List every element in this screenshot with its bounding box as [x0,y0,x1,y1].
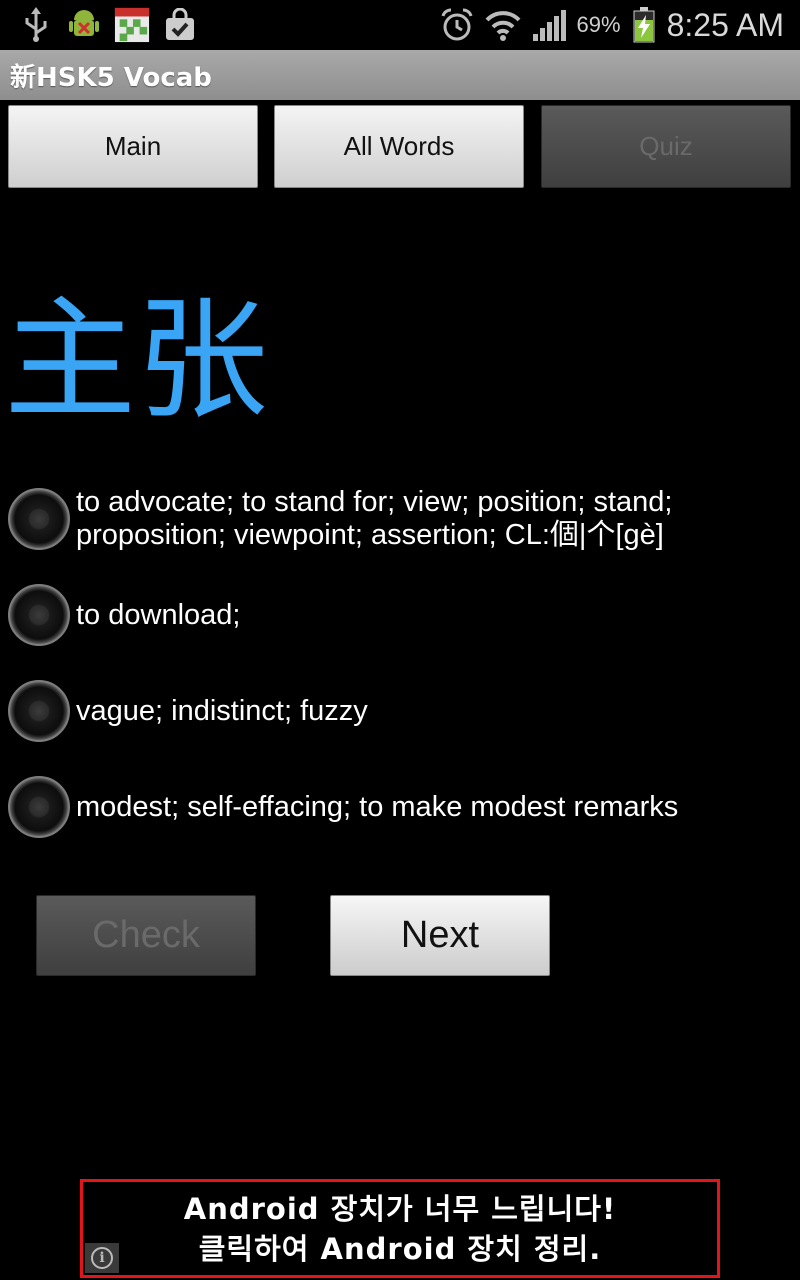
answer-option-4[interactable]: modest; self-effacing; to make modest re… [8,776,788,838]
ad-subline[interactable]: 클릭하여 Android 장치 정리. [199,1229,602,1269]
shopping-bag-icon [162,7,198,43]
radio-button[interactable] [8,680,70,742]
main-button[interactable]: Main [8,105,258,188]
status-bar: 69% 8:25 AM [0,0,800,50]
radio-button[interactable] [8,776,70,838]
notification-icons [0,7,198,43]
quiz-word: 主张 [4,284,268,438]
info-icon[interactable]: i [85,1243,119,1273]
android-debug-icon [66,7,102,43]
answer-option-1[interactable]: to advocate; to stand for; view; positio… [8,486,788,552]
answer-option-label[interactable]: to advocate; to stand for; view; positio… [76,486,788,552]
app-title: 新HSK5 Vocab [10,62,212,93]
battery-percent: 69% [576,12,621,37]
all-words-button[interactable]: All Words [274,105,524,188]
answer-option-3[interactable]: vague; indistinct; fuzzy [8,680,788,742]
radio-button[interactable] [8,488,70,550]
next-button[interactable]: Next [330,895,550,976]
radio-button[interactable] [8,584,70,646]
battery-charging-icon [631,7,657,43]
ad-headline[interactable]: Android 장치가 너무 느립니다! [184,1189,616,1229]
action-bar: 新HSK5 Vocab [0,50,800,100]
answer-option-label[interactable]: vague; indistinct; fuzzy [76,695,368,728]
calendar-icon [114,7,150,43]
answer-option-label[interactable]: modest; self-effacing; to make modest re… [76,791,678,824]
check-button: Check [36,895,256,976]
screen: 69% 8:25 AM 新HSK5 Vocab Main All Words Q… [0,0,800,1280]
wifi-icon [485,7,521,43]
quiz-button: Quiz [541,105,791,188]
usb-icon [18,7,54,43]
alarm-icon [439,7,475,43]
answer-option-label[interactable]: to download; [76,599,240,632]
clock: 8:25 AM [666,6,784,43]
system-icons: 69% 8:25 AM [439,7,800,44]
signal-icon [531,7,567,43]
ad-banner[interactable]: Android 장치가 너무 느립니다! 클릭하여 Android 장치 정리.… [80,1179,720,1278]
answer-option-2[interactable]: to download; [8,584,788,646]
